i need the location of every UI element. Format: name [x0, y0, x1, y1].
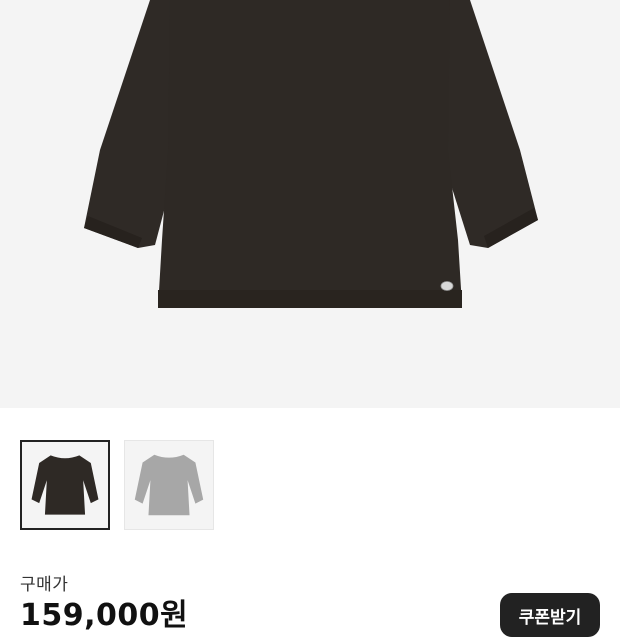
- price-label: 구매가: [20, 575, 69, 595]
- coupon-button[interactable]: 쿠폰받기: [500, 593, 600, 637]
- thumbnail-brown[interactable]: [20, 440, 110, 530]
- sweater-dress-image: [84, 0, 538, 308]
- product-price: 159,000원: [20, 598, 189, 633]
- brown-dress-thumbnail-image: [31, 455, 99, 515]
- grey-dress-thumbnail-image: [134, 454, 204, 516]
- thumbnail-grey[interactable]: [124, 440, 214, 530]
- product-main-image[interactable]: [0, 0, 620, 408]
- product-thumbnails: [20, 440, 214, 530]
